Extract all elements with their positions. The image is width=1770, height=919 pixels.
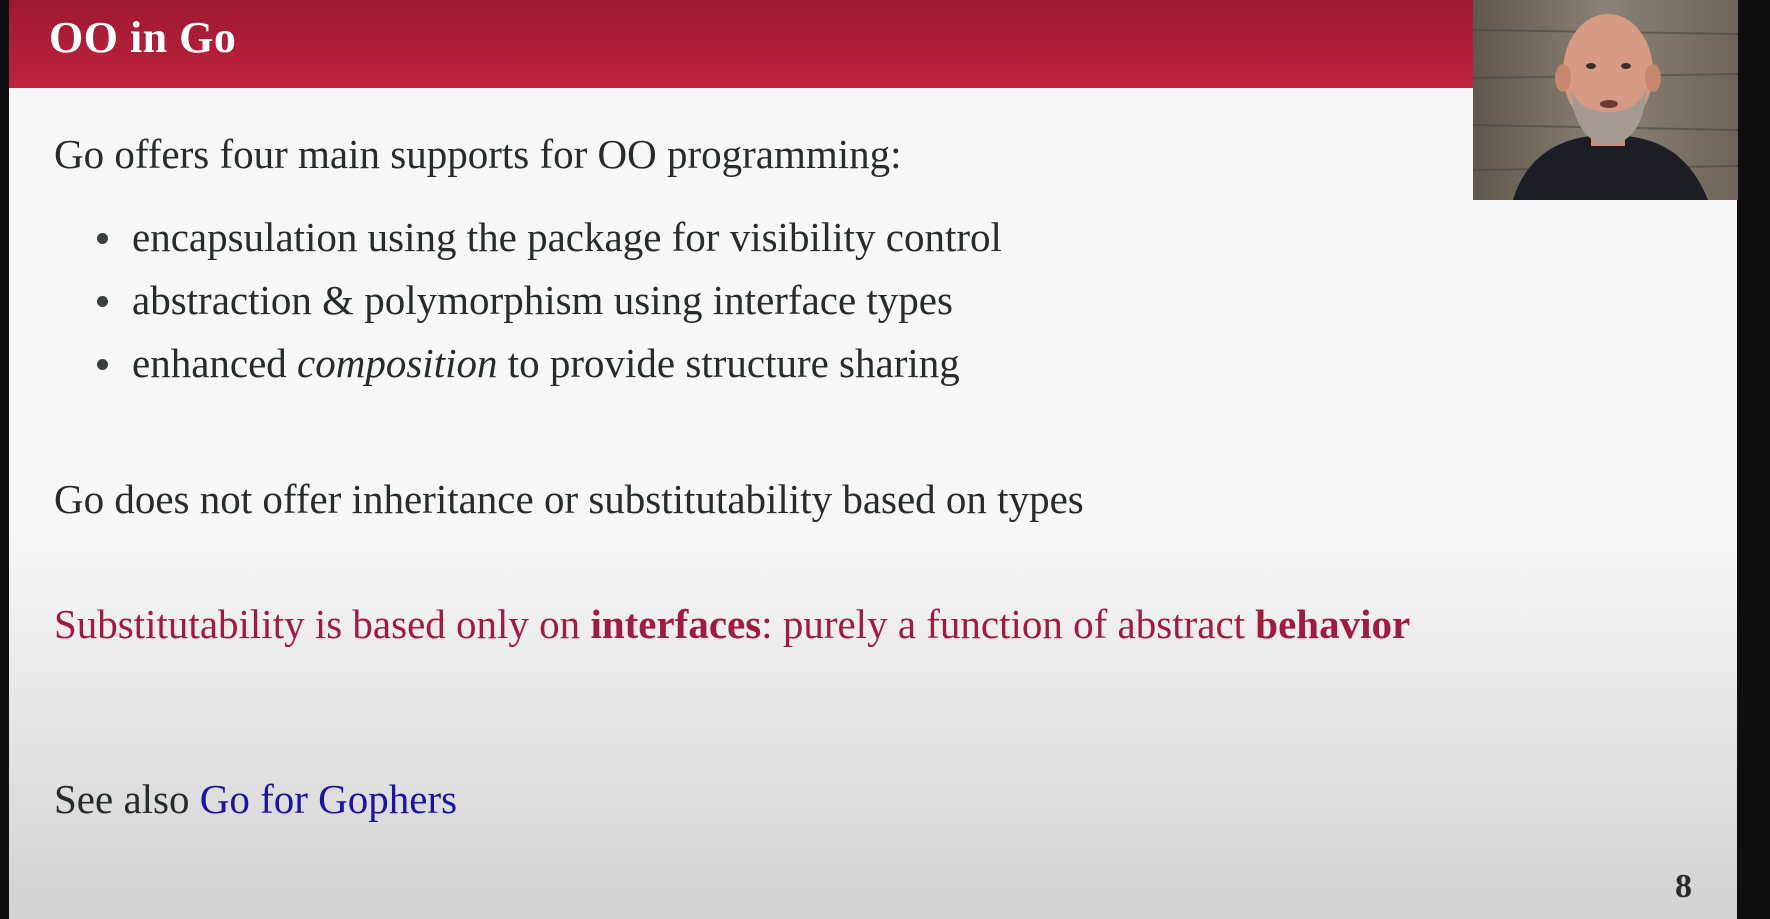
bullet-dot-icon [97,359,108,370]
page-number: 8 [1675,868,1692,905]
slide-title: OO in Go [49,13,237,62]
bullet-text: abstraction & polymorphism using interfa… [132,277,953,323]
highlight-bold-behavior: behavior [1255,601,1411,647]
bullet-item: enhanced composition to provide structur… [94,339,1002,402]
bullet-dot-icon [97,233,108,244]
highlight-bold-interfaces: interfaces [590,601,762,647]
negation-statement: Go does not offer inheritance or substit… [54,476,1084,522]
presenter-webcam [1473,0,1738,200]
presenter-video-icon [1473,0,1738,200]
highlight-part-1: Substitutability is based only on [54,601,591,647]
see-also-line: See also Go for Gophers [54,775,457,823]
bullet-item: encapsulation using the package for visi… [94,213,1002,276]
go-for-gophers-link[interactable]: Go for Gophers [200,776,457,822]
bullet-list: encapsulation using the package for visi… [94,213,1002,402]
intro-text: Go offers four main supports for OO prog… [54,131,902,177]
highlight-part-2: : purely a function of abstract [761,601,1256,647]
bullet-text: enhanced [132,340,298,386]
bullet-dot-icon [97,296,108,307]
bullet-emphasis: composition [297,340,498,386]
bullet-text: encapsulation using the package for visi… [132,214,1002,260]
see-also-prefix: See also [54,776,200,822]
bullet-item: abstraction & polymorphism using interfa… [94,276,1002,339]
bullet-text-after: to provide structure sharing [497,340,960,386]
highlight-statement: Substitutability is based only on interf… [54,600,1410,648]
